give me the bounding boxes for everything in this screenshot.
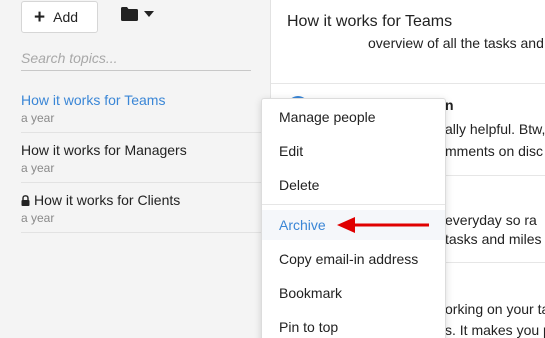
add-button-label: Add [53,9,79,25]
folder-icon [121,7,138,21]
topic-divider [21,232,271,233]
topic-title: How it works for Teams [21,92,166,108]
topics-sidebar: + Add How it works for Teams a year How … [0,0,271,338]
post-text: everyday so ra [445,212,537,228]
topic-timestamp: a year [21,161,55,175]
post-divider [271,83,545,84]
red-arrow-annotation-icon [337,217,429,233]
page-title: How it works for Teams [287,13,453,30]
topic-item-managers[interactable]: How it works for Managers a year [21,142,271,192]
topic-title: How it works for Clients [34,192,181,208]
post-text: orking on your ta [445,301,545,317]
folder-menu-button[interactable] [121,7,154,21]
menu-item-bookmark[interactable]: Bookmark [262,278,445,308]
menu-item-pin-to-top[interactable]: Pin to top [262,312,445,338]
topic-divider [21,182,271,183]
topic-item-clients[interactable]: How it works for Clients a year [21,192,271,242]
menu-item-copy-email-in-address[interactable]: Copy email-in address [262,244,445,274]
post-text: mments on disc [445,143,544,159]
post-text: overview of all the tasks and [368,35,544,51]
menu-item-edit[interactable]: Edit [262,136,445,166]
search-topics-input[interactable] [21,45,251,71]
topic-timestamp: a year [21,211,55,225]
topic-divider [21,132,271,133]
post-text: ally helpful. Btw, [445,121,545,137]
topic-item-teams[interactable]: How it works for Teams a year [21,92,271,142]
menu-item-manage-people[interactable]: Manage people [262,102,445,132]
topic-title: How it works for Managers [21,142,187,158]
topic-timestamp: a year [21,111,55,125]
plus-icon: + [34,6,46,28]
add-button[interactable]: + Add [21,1,98,33]
post-author: n [445,97,454,113]
post-text: s. It makes you p [445,322,545,338]
menu-divider [262,204,445,205]
menu-item-delete[interactable]: Delete [262,170,445,200]
topic-title-row: How it works for Clients [21,192,271,208]
caret-down-icon [144,11,154,17]
lock-icon [21,194,30,206]
post-text: tasks and miles [445,231,542,247]
